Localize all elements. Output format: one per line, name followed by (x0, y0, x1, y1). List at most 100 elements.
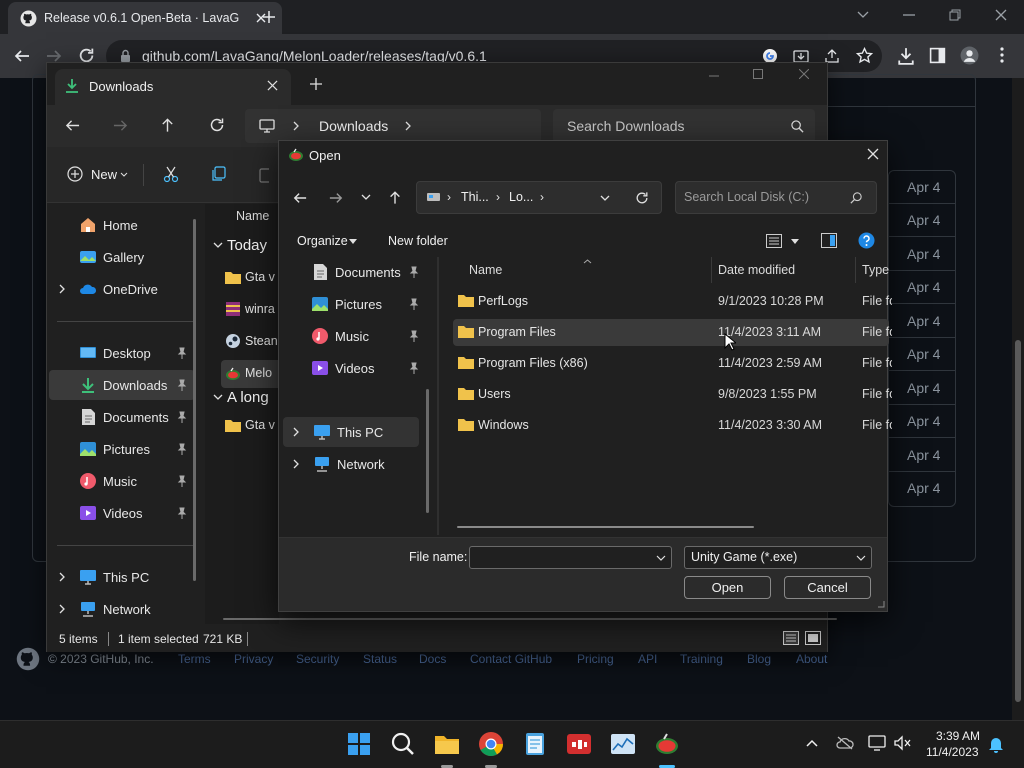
breadcrumb-this-pc[interactable]: Thi... (461, 190, 489, 204)
close-icon[interactable] (267, 80, 278, 91)
footer-link[interactable]: Terms (178, 652, 211, 666)
pin-icon[interactable] (409, 330, 419, 342)
pin-icon[interactable] (409, 298, 419, 310)
nav-item-documents[interactable]: Documents (49, 402, 195, 432)
pin-icon[interactable] (177, 411, 187, 423)
up-icon[interactable] (388, 190, 402, 205)
group-header-long-ago[interactable]: A long (227, 389, 269, 406)
app-icon[interactable] (565, 730, 593, 758)
list-item[interactable]: Gta v (221, 412, 279, 440)
close-icon[interactable] (867, 148, 879, 160)
organize-button[interactable]: Organize (297, 234, 348, 248)
explorer-tab[interactable]: Downloads (55, 69, 291, 105)
footer-link[interactable]: Docs (419, 652, 446, 666)
nav-item-this-pc[interactable]: This PC (283, 417, 419, 447)
close-window-icon[interactable] (799, 69, 809, 79)
preview-pane-icon[interactable] (821, 233, 837, 248)
horizontal-scrollbar[interactable] (223, 618, 837, 620)
view-options-icon[interactable] (766, 234, 782, 248)
footer-link[interactable]: About (796, 652, 827, 666)
nav-item-videos[interactable]: Videos (49, 498, 195, 528)
refresh-icon[interactable] (209, 117, 225, 133)
nav-item-pictures[interactable]: Pictures (49, 434, 195, 464)
downloads-icon[interactable] (897, 47, 915, 65)
clock-date[interactable]: 11/4/2023 (926, 745, 979, 759)
maximize-icon[interactable] (753, 69, 763, 79)
tiles-view-icon[interactable] (805, 631, 821, 645)
chevron-up-icon[interactable] (806, 739, 818, 747)
melonloader-icon[interactable] (653, 730, 681, 758)
table-row-hover[interactable]: Program Files 11/4/2023 3:11 AM File fo (453, 319, 892, 346)
back-icon[interactable] (65, 118, 80, 133)
up-icon[interactable] (160, 117, 175, 133)
pin-icon[interactable] (177, 347, 187, 359)
footer-link[interactable]: API (638, 652, 657, 666)
dialog-address-bar[interactable]: › Thi... › Lo... › (416, 181, 662, 214)
breadcrumb-downloads[interactable]: Downloads (319, 118, 388, 134)
footer-link[interactable]: Contact GitHub (470, 652, 552, 666)
file-type-select[interactable]: Unity Game (*.exe) (684, 546, 872, 569)
column-divider[interactable] (711, 257, 712, 283)
nav-scrollbar[interactable] (426, 389, 429, 513)
group-header-today[interactable]: Today (227, 237, 267, 254)
minimize-icon[interactable] (709, 75, 719, 77)
column-header-type[interactable]: Type (862, 263, 889, 277)
chevron-down-icon[interactable] (856, 555, 866, 561)
nav-item-network[interactable]: Network (283, 449, 419, 479)
list-item-selected[interactable]: Melo (221, 360, 279, 388)
paste-icon[interactable] (259, 166, 269, 183)
pin-icon[interactable] (409, 266, 419, 278)
nav-item-onedrive[interactable]: OneDrive (49, 274, 195, 304)
cut-icon[interactable] (163, 166, 179, 183)
chevron-right-icon[interactable] (293, 427, 300, 437)
notepad-icon[interactable] (521, 730, 549, 758)
page-scrollbar[interactable] (1012, 78, 1024, 720)
nav-item-documents[interactable]: Documents (281, 257, 427, 287)
volume-muted-icon[interactable] (893, 735, 911, 751)
back-icon[interactable] (14, 48, 30, 64)
chevron-down-icon[interactable] (361, 194, 371, 201)
nav-item-network[interactable]: Network (49, 594, 195, 624)
list-item[interactable]: winra (221, 296, 279, 324)
scrollbar-thumb[interactable] (1015, 340, 1021, 702)
column-header-date[interactable]: Date modified (718, 263, 795, 277)
new-button[interactable]: New (91, 167, 117, 182)
footer-link[interactable]: Pricing (577, 652, 614, 666)
pin-icon[interactable] (177, 443, 187, 455)
dialog-search[interactable]: Search Local Disk (C:) (675, 181, 877, 214)
explorer-search[interactable]: Search Downloads (553, 109, 815, 143)
profile-icon[interactable] (960, 46, 979, 65)
nav-item-music[interactable]: Music (281, 321, 427, 351)
copy-icon[interactable] (211, 166, 226, 182)
table-row[interactable]: PerfLogs 9/1/2023 10:28 PM File fo (453, 288, 892, 315)
search-icon[interactable] (389, 730, 417, 758)
close-window-icon[interactable] (995, 9, 1007, 21)
chevron-right-icon[interactable] (59, 284, 66, 294)
pin-icon[interactable] (409, 362, 419, 374)
footer-link[interactable]: Privacy (234, 652, 273, 666)
chevron-down-icon[interactable] (213, 242, 223, 249)
nav-item-music[interactable]: Music (49, 466, 195, 496)
new-tab-icon[interactable] (262, 10, 276, 24)
clock-time[interactable]: 3:39 AM (936, 729, 980, 743)
notification-bell-icon[interactable] (988, 735, 1004, 753)
open-button[interactable]: Open (684, 576, 771, 599)
github-logo-icon[interactable] (16, 647, 40, 671)
nav-item-pictures[interactable]: Pictures (281, 289, 427, 319)
footer-link[interactable]: Blog (747, 652, 771, 666)
new-tab-icon[interactable] (310, 78, 322, 90)
network-status-icon[interactable] (868, 734, 886, 752)
side-panel-icon[interactable] (929, 47, 946, 64)
browser-tab[interactable]: Release v0.6.1 Open-Beta · LavaG (8, 2, 282, 34)
chevron-down-icon[interactable] (857, 10, 869, 20)
new-folder-button[interactable]: New folder (388, 234, 448, 248)
footer-link[interactable]: Security (296, 652, 339, 666)
pin-icon[interactable] (177, 507, 187, 519)
breadcrumb-local-disk[interactable]: Lo... (509, 190, 533, 204)
nav-item-this-pc[interactable]: This PC (49, 562, 195, 592)
file-explorer-icon[interactable] (433, 730, 461, 758)
nav-item-gallery[interactable]: Gallery (49, 242, 195, 272)
footer-link[interactable]: Training (680, 652, 723, 666)
chevron-down-icon[interactable] (600, 195, 610, 202)
menu-icon[interactable] (1000, 47, 1004, 63)
